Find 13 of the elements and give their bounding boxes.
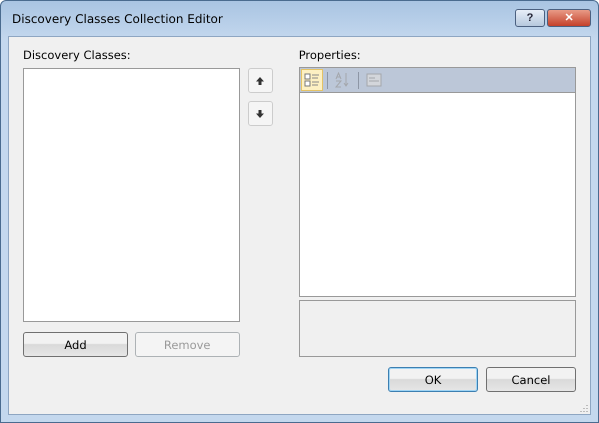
resize-grip-icon[interactable] xyxy=(580,404,588,412)
down-arrow-icon xyxy=(255,108,266,118)
dialog-button[interactable]: Cancel xyxy=(486,367,576,392)
list-label: Discovery Classes: xyxy=(23,47,132,64)
up-arrow-icon xyxy=(255,76,266,86)
move-down-button[interactable] xyxy=(248,101,273,126)
move-up-button[interactable] xyxy=(248,68,273,93)
properties-label: Properties: xyxy=(298,47,362,64)
list-button[interactable]: Add xyxy=(23,332,128,357)
help-button[interactable]: ? xyxy=(515,9,545,27)
dialog-button[interactable]: OK xyxy=(388,367,478,392)
categorized-button[interactable] xyxy=(300,69,323,92)
window-title: Discovery Classes Collection Editor xyxy=(11,12,223,26)
